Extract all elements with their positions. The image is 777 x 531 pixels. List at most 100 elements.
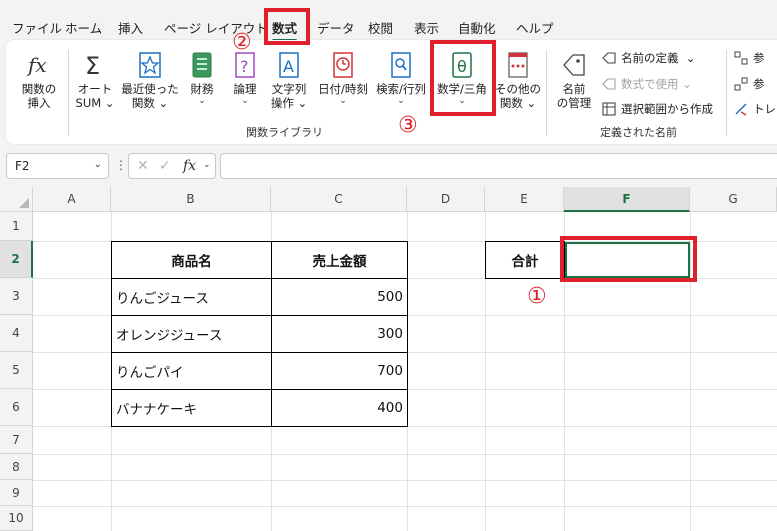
highlight-math-trig (430, 40, 496, 116)
column-header-c[interactable]: C (271, 187, 407, 212)
tab-view[interactable]: 表示 (414, 18, 439, 37)
header-product-name[interactable]: 商品名 (112, 242, 271, 278)
trace-precedents-button[interactable]: 参 (734, 50, 765, 66)
total-label-cell[interactable]: 合計 (486, 242, 564, 278)
select-all-button[interactable] (0, 187, 33, 212)
row-header-8[interactable]: 8 (0, 454, 33, 480)
logical-button[interactable]: ? 論理 ⌄ (228, 50, 262, 106)
tab-file[interactable]: ファイル (12, 18, 62, 37)
define-name-button[interactable]: 名前の定義 ⌄ (602, 50, 695, 66)
insert-function-button[interactable]: fx 関数の 挿入 (14, 50, 64, 110)
svg-text:Σ: Σ (85, 52, 100, 80)
formula-tag-icon (602, 77, 616, 91)
formula-input[interactable] (220, 153, 777, 179)
amount-cell[interactable]: 500 (272, 279, 403, 315)
ribbon-separator (546, 50, 547, 136)
gridline (33, 506, 777, 507)
highlight-formulas-tab (264, 8, 310, 45)
enter-icon[interactable]: ✓ (159, 158, 171, 174)
step-2-label: ② (232, 30, 252, 55)
tab-review[interactable]: 校閲 (368, 18, 393, 37)
use-in-formula-button[interactable]: 数式で使用 ⌄ (602, 76, 692, 92)
defined-names-group-label: 定義された名前 (600, 126, 677, 139)
text-functions-button[interactable]: A 文字列 操作 ⌄ (268, 50, 310, 110)
svg-text:A: A (283, 57, 294, 76)
product-cell[interactable]: オレンジジュース (116, 316, 271, 352)
financial-button[interactable]: 財務 ⌄ (186, 50, 218, 106)
row-header-4[interactable]: 4 (0, 315, 33, 352)
row-header-1[interactable]: 1 (0, 212, 33, 241)
row-header-7[interactable]: 7 (0, 426, 33, 454)
fx-icon: fx (25, 50, 53, 80)
amount-cell[interactable]: 700 (272, 353, 403, 389)
gridline (33, 454, 777, 455)
column-header-a[interactable]: A (33, 187, 111, 212)
tab-automate[interactable]: 自動化 (458, 18, 496, 37)
svg-text:fx: fx (26, 53, 47, 77)
formula-buttons: ✕ ✓ fx ⌄ (128, 153, 216, 179)
remove-arrows-button[interactable]: トレ (734, 101, 776, 117)
cancel-icon[interactable]: ✕ (137, 158, 149, 174)
column-header-g[interactable]: G (690, 187, 777, 212)
more-vertical-icon[interactable]: ⋮ (115, 158, 127, 172)
product-cell[interactable]: りんごジュース (116, 279, 271, 315)
more-dots-icon (504, 50, 532, 80)
product-cell[interactable]: りんごパイ (116, 353, 271, 389)
column-header-d[interactable]: D (407, 187, 485, 212)
lookup-reference-button[interactable]: 検索/行列 ⌄ (373, 50, 429, 106)
highlight-total-cell (560, 236, 697, 282)
trace-icon (734, 51, 748, 65)
row-header-3[interactable]: 3 (0, 278, 33, 315)
tab-insert[interactable]: 挿入 (118, 18, 143, 37)
book-icon (188, 50, 216, 80)
svg-text:?: ? (240, 57, 249, 76)
step-3-label: ③ (398, 113, 418, 138)
row-header-5[interactable]: 5 (0, 352, 33, 389)
letter-a-icon: A (275, 50, 303, 80)
ribbon-formulas: fx 関数の 挿入 Σ オート SUM ⌄ 最近使った 関数 ⌄ 財務 ⌄ ? … (6, 40, 777, 144)
column-header-b[interactable]: B (111, 187, 271, 212)
tag-small-icon (602, 51, 616, 65)
chevron-down-icon[interactable]: ⌄ (94, 159, 102, 170)
ribbon-separator (726, 50, 727, 136)
tab-help[interactable]: ヘルプ (516, 18, 554, 37)
trace-dependents-icon (734, 77, 748, 91)
more-functions-button[interactable]: その他の 関数 ⌄ (494, 50, 542, 110)
name-manager-button[interactable]: 名前 の管理 (552, 50, 596, 110)
row-header-9[interactable]: 9 (0, 480, 33, 506)
date-time-button[interactable]: 日付/時刻 ⌄ (315, 50, 371, 106)
ribbon-tab-bar: ファイル ホーム 挿入 ページ レイアウト 数式 データ 校閲 表示 自動化 ヘ… (0, 0, 777, 42)
sigma-icon: Σ (81, 50, 109, 80)
function-library-group-label: 関数ライブラリ (246, 126, 323, 139)
star-icon (136, 50, 164, 80)
row-header-6[interactable]: 6 (0, 389, 33, 426)
header-sales-amount[interactable]: 売上金額 (272, 242, 407, 278)
row-header-2[interactable]: 2 (0, 241, 33, 278)
tab-data[interactable]: データ (317, 18, 355, 37)
gridline (33, 480, 777, 481)
clock-icon (329, 50, 357, 80)
magnifier-icon (387, 50, 415, 80)
create-from-selection-button[interactable]: 選択範囲から作成 (602, 101, 713, 117)
product-cell[interactable]: バナナケーキ (116, 390, 271, 426)
amount-cell[interactable]: 400 (272, 390, 403, 426)
step-1-label: ① (527, 284, 547, 309)
column-header-e[interactable]: E (485, 187, 564, 212)
row-header-10[interactable]: 10 (0, 506, 33, 531)
trace-dependents-button[interactable]: 参 (734, 76, 765, 92)
excel-window: ファイル ホーム 挿入 ページ レイアウト 数式 データ 校閲 表示 自動化 ヘ… (0, 0, 777, 531)
name-box[interactable]: F2 ⌄ (6, 153, 109, 179)
autosum-button[interactable]: Σ オート SUM ⌄ (72, 50, 118, 110)
remove-arrows-icon (734, 102, 748, 116)
fx-chevron-icon[interactable]: ⌄ (203, 160, 211, 170)
insert-function-icon[interactable]: fx (183, 158, 196, 174)
ribbon-separator (68, 50, 69, 136)
amount-cell[interactable]: 300 (272, 316, 403, 352)
recently-used-button[interactable]: 最近使った 関数 ⌄ (120, 50, 180, 110)
column-header-f[interactable]: F (564, 187, 690, 212)
formula-bar: F2 ⌄ ⋮ ✕ ✓ fx ⌄ (0, 148, 777, 184)
tag-icon (560, 50, 588, 80)
tab-page-layout[interactable]: ページ レイアウト (164, 18, 268, 37)
tab-home[interactable]: ホーム (65, 18, 102, 37)
grid-select-icon (602, 102, 616, 116)
